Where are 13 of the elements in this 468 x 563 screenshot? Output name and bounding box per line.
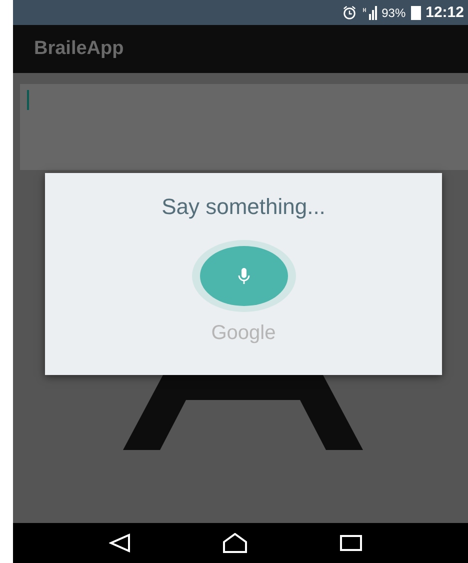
- clock-time: 12:12: [426, 4, 464, 21]
- text-input-field[interactable]: [20, 84, 468, 170]
- app-title: BraileApp: [34, 38, 124, 60]
- battery-icon: [410, 5, 421, 20]
- home-icon[interactable]: [222, 533, 248, 553]
- microphone-icon: [238, 268, 250, 284]
- recent-apps-icon[interactable]: [340, 535, 362, 551]
- alarm-clock-icon: [342, 5, 357, 20]
- dialog-prompt: Say something...: [162, 194, 326, 220]
- back-icon[interactable]: [108, 533, 131, 553]
- google-label: Google: [211, 322, 276, 345]
- signal-icon: [362, 6, 377, 20]
- battery-percent: 93%: [382, 6, 406, 20]
